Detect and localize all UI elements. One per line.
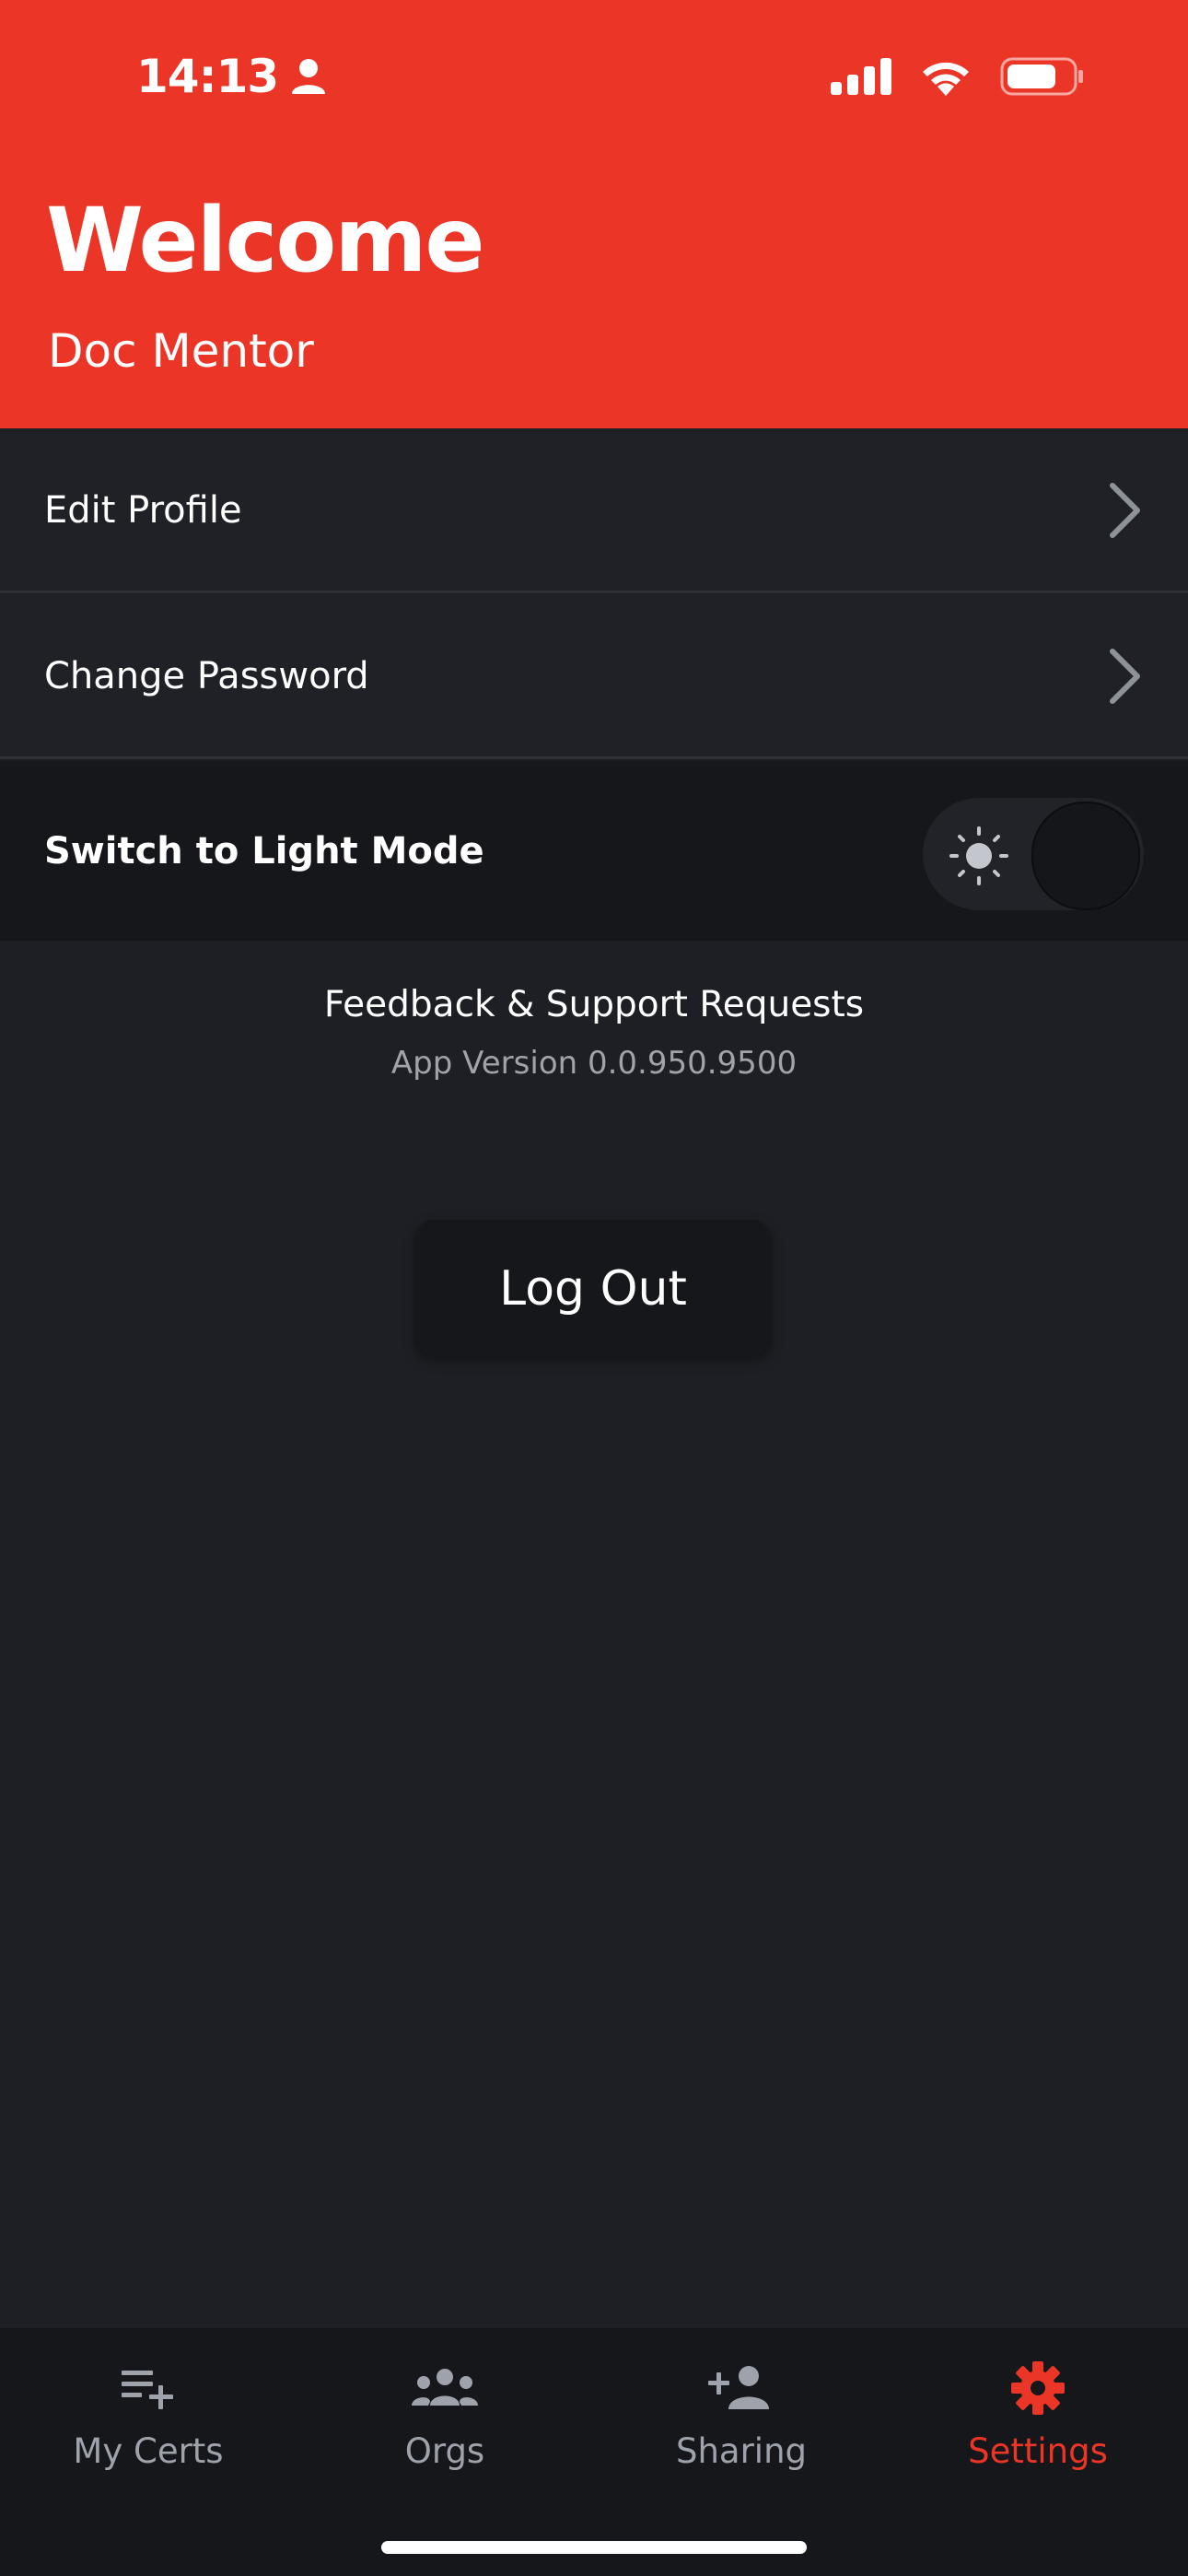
person-icon: [292, 59, 326, 94]
light-mode-row: Switch to Light Mode: [0, 761, 1188, 941]
wifi-icon: [923, 62, 969, 96]
tab-label: Sharing: [675, 2431, 808, 2471]
tab-label: Settings: [968, 2431, 1108, 2471]
bottom-tab-bar: My Certs Orgs Sharing Settings: [0, 2328, 1188, 2576]
divider: [0, 756, 1188, 759]
toggle-knob: [1031, 802, 1140, 910]
tab-label: Orgs: [404, 2431, 485, 2471]
divider: [0, 591, 1188, 593]
tab-sharing[interactable]: Sharing: [593, 2356, 890, 2471]
tab-my-certs[interactable]: My Certs: [0, 2356, 297, 2471]
home-indicator: [381, 2541, 807, 2554]
tab-settings[interactable]: Settings: [890, 2356, 1186, 2471]
app-version: App Version 0.0.950.9500: [390, 1045, 798, 1082]
gear-icon: [1011, 2361, 1065, 2415]
tab-label: My Certs: [73, 2431, 224, 2471]
time-text: 14:13: [136, 50, 279, 103]
chevron-right-icon: [1110, 649, 1140, 704]
person-add-icon: [708, 2366, 769, 2409]
status-bar-icons: [831, 57, 1085, 96]
group-icon: [412, 2369, 478, 2406]
log-out-button[interactable]: Log Out: [414, 1220, 772, 1358]
cellular-signal-icon: [831, 58, 891, 95]
light-mode-label: Switch to Light Mode: [44, 829, 484, 872]
battery-icon: [1000, 57, 1083, 96]
sun-icon: [949, 826, 1008, 885]
edit-profile-row[interactable]: Edit Profile: [0, 428, 1188, 592]
page-title: Welcome: [46, 189, 484, 292]
light-mode-toggle[interactable]: [923, 798, 1144, 910]
user-name: Doc Mentor: [48, 324, 314, 378]
status-bar-time: 14:13: [136, 50, 326, 103]
chevron-right-icon: [1110, 483, 1140, 538]
playlist-add-icon: [122, 2371, 173, 2409]
change-password-label: Change Password: [44, 655, 369, 697]
edit-profile-label: Edit Profile: [44, 489, 242, 532]
tab-orgs[interactable]: Orgs: [297, 2356, 593, 2471]
header: 14:13 Welcome Doc Mentor: [0, 0, 1188, 428]
feedback-support-link[interactable]: Feedback & Support Requests: [0, 984, 1188, 1025]
change-password-row[interactable]: Change Password: [0, 594, 1188, 758]
